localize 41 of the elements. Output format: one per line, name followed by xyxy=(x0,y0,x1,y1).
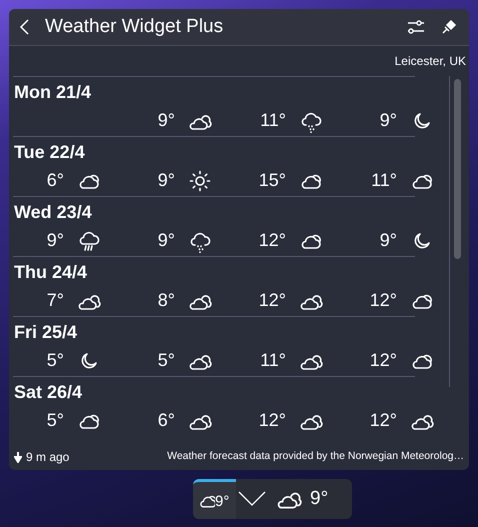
temperature: 12° xyxy=(258,289,286,312)
weather-tray-button[interactable]: 9° xyxy=(193,479,236,519)
day-heading: Mon 21/4 xyxy=(14,81,92,104)
scrollbar-thumb[interactable] xyxy=(454,79,461,259)
day-heading: Fri 25/4 xyxy=(14,321,78,344)
temperature: 9° xyxy=(158,169,175,192)
temperature: 5° xyxy=(46,349,64,372)
temperature: 9° xyxy=(380,109,397,132)
temperature: 9° xyxy=(158,109,175,132)
temperature: 9° xyxy=(46,229,64,252)
temperature: 6° xyxy=(46,169,64,192)
download-icon xyxy=(14,452,22,462)
temperature: 12° xyxy=(370,349,397,372)
pin-icon[interactable] xyxy=(441,19,457,35)
temperature: 5° xyxy=(158,349,175,372)
temperature: 12° xyxy=(258,229,286,252)
day-heading: Wed 23/4 xyxy=(14,201,93,224)
temperature: 6° xyxy=(158,409,175,432)
temperature: 5° xyxy=(46,409,64,432)
day-heading: Sat 26/4 xyxy=(14,381,84,404)
temperature: 12° xyxy=(258,409,286,432)
temperature: 15° xyxy=(258,169,286,192)
temperature: 8° xyxy=(158,289,175,312)
settings-icon[interactable] xyxy=(407,19,425,35)
sun-icon xyxy=(188,168,212,192)
temperature: 11° xyxy=(371,169,397,192)
window-title: Weather Widget Plus xyxy=(45,14,224,39)
temperature: 7° xyxy=(46,289,64,312)
temperature: 9° xyxy=(310,486,328,511)
updated-label: 9 m ago xyxy=(26,449,70,466)
location-label: Leicester, UK xyxy=(394,53,466,70)
attribution-text: Weather forecast data provided by the Norwegian Meteorolog… xyxy=(167,449,464,464)
temperature: 9° xyxy=(158,229,175,252)
temperature: 11° xyxy=(260,109,286,132)
temperature: 12° xyxy=(370,289,397,312)
day-heading: Tue 22/4 xyxy=(14,141,86,164)
chevron-down-icon[interactable] xyxy=(238,491,266,507)
temperature: 9° xyxy=(380,229,397,252)
temperature: 11° xyxy=(260,349,286,372)
temperature: 12° xyxy=(370,409,397,432)
day-heading: Thu 24/4 xyxy=(14,261,88,284)
